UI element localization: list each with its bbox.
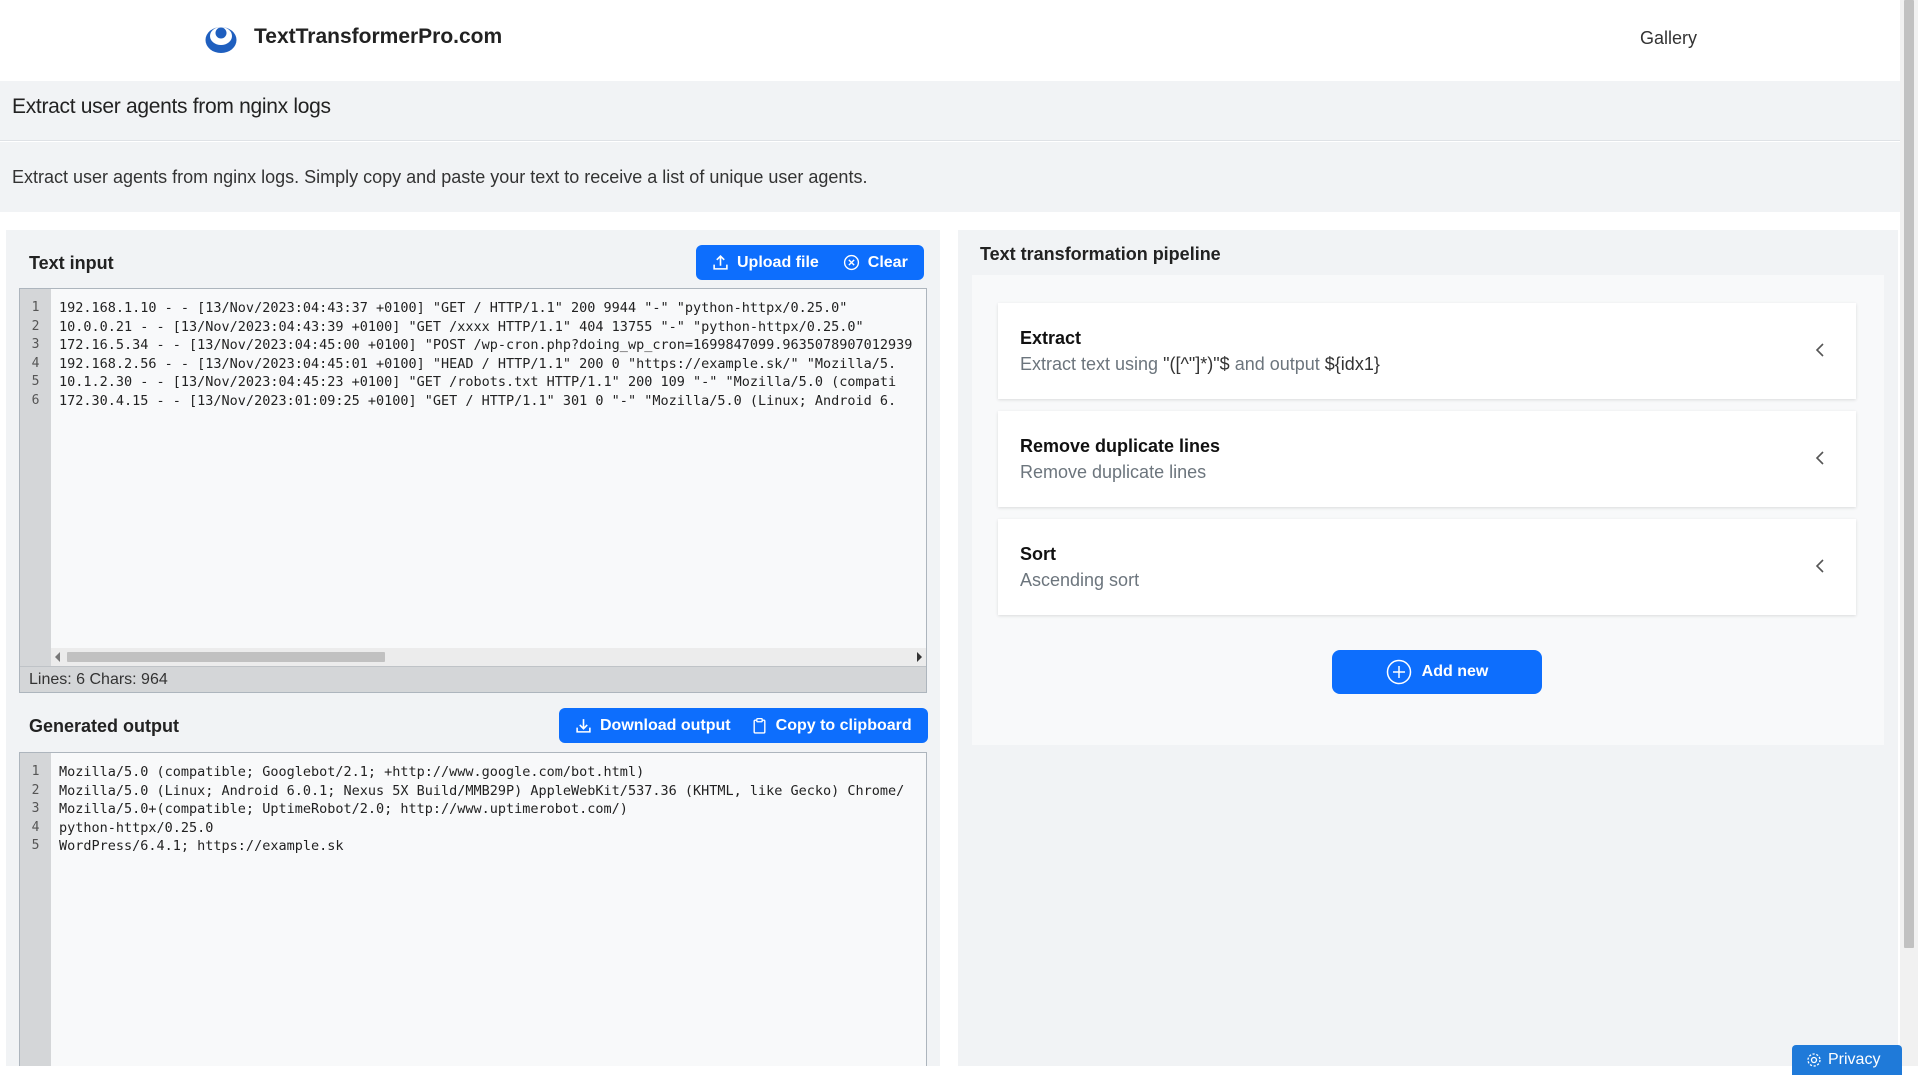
input-stats: Lines: 6 Chars: 964 (20, 666, 926, 692)
copy-to-clipboard-button[interactable]: Copy to clipboard (747, 708, 928, 743)
io-column: Text input Upload file Clear 1 192.168.1.… (6, 230, 940, 1066)
line-number: 2 (31, 318, 40, 334)
chevron-left-icon[interactable] (1814, 557, 1826, 575)
line-number: 1 (31, 300, 40, 315)
scrollbar-thumb[interactable] (1904, 0, 1914, 948)
brand-name[interactable]: TextTransformerPro.com (254, 25, 502, 49)
editor-line: 4 192.168.2.56 - - [13/Nov/2023:04:45:01 … (20, 355, 926, 374)
page-title-bar: Extract user agents from nginx logs (0, 81, 1900, 141)
pipeline-title: Text transformation pipeline (980, 244, 1221, 264)
page-vertical-scrollbar[interactable] (1900, 0, 1918, 1066)
scrollbar-thumb[interactable] (67, 652, 385, 662)
generated-output-title: Generated output (29, 716, 180, 736)
input-lines: 1 192.168.1.10 - - [13/Nov/2023:04:43:37 … (20, 299, 926, 411)
step-description: Extract text using "([^"]*)"$ and output… (1020, 354, 1380, 375)
step-title: Sort (1020, 544, 1056, 564)
add-new-step-button[interactable]: Add new (1332, 650, 1542, 694)
line-number: 3 (31, 337, 40, 353)
add-new-label: Add new (1421, 663, 1489, 680)
page: TextTransformerPro.com Gallery Extract u… (0, 0, 1900, 1066)
generated-output-editor[interactable]: 1 Mozilla/5.0 (compatible; Googlebot/2.1;… (19, 752, 927, 1066)
step-title: Remove duplicate lines (1020, 436, 1221, 456)
page-title: Extract user agents from nginx logs (12, 95, 331, 118)
chevron-left-icon[interactable] (1814, 341, 1826, 359)
privacy-label: Privacy (1828, 1051, 1881, 1068)
line-text: 10.0.0.21 - - [13/Nov/2023:04:43:39 +010… (59, 318, 864, 335)
upload-file-label: Upload file (737, 253, 819, 271)
top-navbar: TextTransformerPro.com Gallery (0, 0, 1900, 81)
clear-label: Clear (867, 253, 908, 271)
privacy-button[interactable]: Privacy (1792, 1045, 1902, 1075)
editor-line: 6 172.30.4.15 - - [13/Nov/2023:01:09:25 +… (20, 392, 926, 411)
clear-button[interactable]: Clear (835, 245, 924, 280)
editor-line: 5 10.1.2.30 - - [13/Nov/2023:04:45:23 +01… (20, 373, 926, 392)
line-text: Mozilla/5.0 (Linux; Android 6.0.1; Nexus… (59, 782, 905, 799)
input-horizontal-scrollbar[interactable] (51, 648, 926, 666)
step-description: Remove duplicate lines (1020, 462, 1207, 482)
page-description: Extract user agents from nginx logs. Sim… (12, 167, 868, 187)
line-text: 172.30.4.15 - - [13/Nov/2023:01:09:25 +0… (59, 392, 897, 409)
step-desc-prefix: Extract text using (1020, 354, 1164, 374)
editor-line: 1 Mozilla/5.0 (compatible; Googlebot/2.1;… (20, 763, 926, 782)
editor-line: 5 WordPress/6.4.1; https://example.sk (20, 837, 926, 856)
line-number: 4 (31, 355, 40, 371)
line-number: 5 (31, 374, 40, 390)
plus-circle-icon (1386, 659, 1411, 685)
step-description: Ascending sort (1020, 570, 1140, 590)
chevron-left-icon[interactable] (1814, 449, 1826, 467)
download-output-label: Download output (600, 716, 731, 734)
line-number: 1 (31, 764, 40, 779)
line-number: 4 (31, 819, 40, 835)
copy-to-clipboard-label: Copy to clipboard (775, 716, 912, 734)
download-output-button[interactable]: Download output (559, 708, 747, 743)
line-number: 3 (31, 801, 40, 817)
editor-line: 4 python-httpx/0.25.0 (20, 819, 926, 838)
step-pattern: "([^"]*)"$ (1163, 354, 1230, 374)
editor-line: 2 10.0.0.21 - - [13/Nov/2023:04:43:39 +01… (20, 318, 926, 337)
pipeline-step-remove-duplicates[interactable]: Remove duplicate lines Remove duplicate … (998, 411, 1856, 507)
upload-file-button[interactable]: Upload file (696, 245, 835, 280)
line-number: 5 (31, 838, 40, 854)
brand-logo-icon[interactable] (204, 24, 238, 54)
line-text: 192.168.2.56 - - [13/Nov/2023:04:45:01 +… (59, 355, 897, 372)
editor-line: 2 Mozilla/5.0 (Linux; Android 6.0.1; Nexu… (20, 782, 926, 801)
line-text: 172.16.5.34 - - [13/Nov/2023:04:45:00 +0… (59, 337, 913, 354)
line-number: 2 (31, 782, 40, 798)
clipboard-icon (753, 717, 766, 734)
editor-line: 3 172.16.5.34 - - [13/Nov/2023:04:45:00 +… (20, 336, 926, 355)
pipeline-column: Text transformation pipeline Extract Ext… (958, 230, 1898, 1066)
step-output: ${idx1} (1324, 354, 1380, 374)
text-input-title: Text input (29, 253, 114, 273)
nav-gallery-link[interactable]: Gallery (1640, 28, 1697, 49)
input-actions: Upload file Clear (696, 245, 924, 280)
line-text: WordPress/6.4.1; https://example.sk (59, 838, 344, 855)
step-title: Extract (1020, 328, 1082, 348)
line-text: 10.1.2.30 - - [13/Nov/2023:04:45:23 +010… (59, 374, 897, 391)
output-lines: 1 Mozilla/5.0 (compatible; Googlebot/2.1;… (20, 763, 926, 856)
page-description-bar: Extract user agents from nginx logs. Sim… (0, 142, 1900, 212)
scroll-left-icon[interactable] (55, 652, 60, 662)
editor-line: 3 Mozilla/5.0+(compatible; UptimeRobot/2.… (20, 800, 926, 819)
step-desc-mid: and output (1229, 354, 1325, 374)
line-text: Mozilla/5.0+(compatible; UptimeRobot/2.0… (59, 801, 628, 818)
line-text: python-httpx/0.25.0 (59, 819, 214, 836)
pipeline-panel: Extract Extract text using "([^"]*)"$ an… (972, 275, 1884, 745)
scroll-right-icon[interactable] (917, 652, 922, 662)
clear-x-icon (843, 254, 859, 271)
upload-icon (713, 254, 728, 270)
line-text: Mozilla/5.0 (compatible; Googlebot/2.1; … (59, 764, 645, 780)
text-input-editor[interactable]: 1 192.168.1.10 - - [13/Nov/2023:04:43:37 … (19, 288, 927, 693)
pipeline-step-sort[interactable]: Sort Ascending sort (998, 519, 1856, 615)
output-actions: Download output Copy to clipboard (559, 708, 928, 743)
line-number: 6 (31, 392, 40, 408)
editor-line: 1 192.168.1.10 - - [13/Nov/2023:04:43:37 … (20, 299, 926, 318)
pipeline-step-extract[interactable]: Extract Extract text using "([^"]*)"$ an… (998, 303, 1856, 399)
download-icon (576, 719, 591, 733)
line-text: 192.168.1.10 - - [13/Nov/2023:04:43:37 +… (59, 300, 848, 316)
